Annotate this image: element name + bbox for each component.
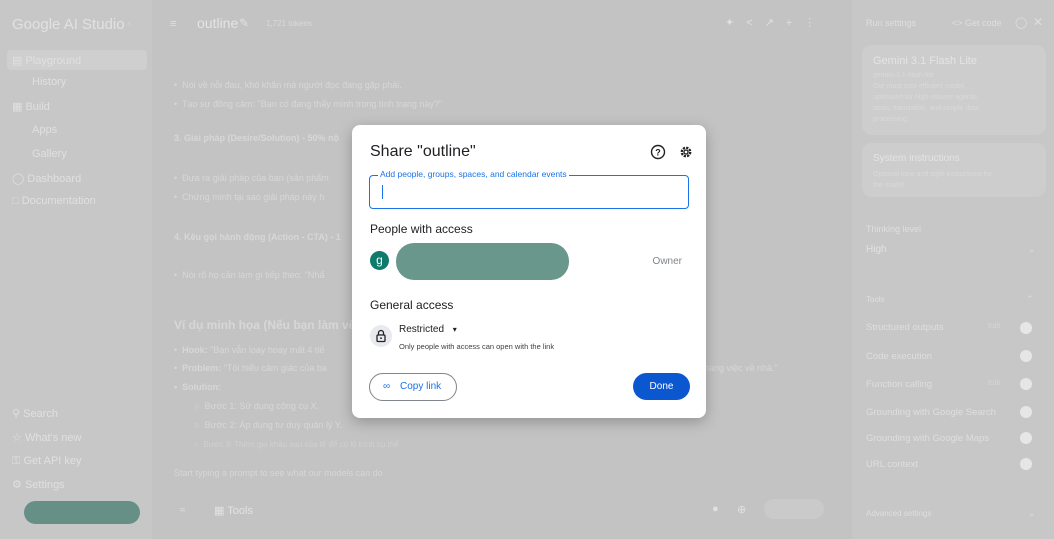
people-with-access-heading: People with access [370,222,473,236]
general-access-heading: General access [370,298,454,312]
copy-link-button[interactable]: ∞ Copy link [369,373,457,401]
help-icon[interactable]: ? [650,144,666,160]
general-access-description: Only people with access can open with th… [399,342,555,351]
add-people-input[interactable]: Add people, groups, spaces, and calendar… [369,169,689,209]
lock-icon [376,329,386,343]
general-access-select[interactable]: Restricted ▾ [399,324,457,335]
app-root: Google AI Studio ‹ ▤ Playground History … [0,0,1054,539]
avatar: g [370,251,389,270]
add-people-label: Add people, groups, spaces, and calendar… [378,169,569,179]
user-name-redacted [396,243,569,280]
svg-text:?: ? [655,147,661,157]
dialog-title: Share "outline" [370,143,476,160]
share-dialog: Share "outline" ? Add people, groups, sp… [352,125,706,418]
copy-link-label: Copy link [400,381,442,392]
lock-icon-wrap [370,325,392,347]
gear-icon[interactable] [678,144,694,160]
general-access-value: Restricted [399,324,445,335]
text-caret [382,185,383,199]
dropdown-arrow-icon: ▾ [452,325,457,334]
owner-role-label: Owner [652,256,682,267]
link-icon: ∞ [383,381,391,392]
done-button[interactable]: Done [633,373,690,400]
